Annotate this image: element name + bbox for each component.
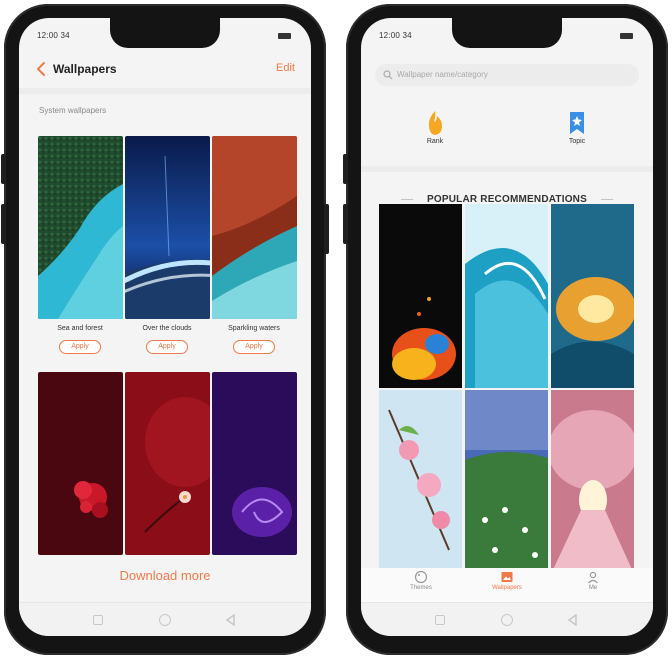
wallpaper-store-screen: 12:00 34 Wallpaper name/category Rank To…	[361, 18, 653, 636]
tab-label: Themes	[410, 585, 432, 591]
wallpaper-name: Sparkling waters	[228, 325, 280, 332]
battery-icon	[620, 33, 633, 39]
divider	[361, 166, 653, 172]
wallpaper-sea-and-forest[interactable]	[38, 136, 123, 319]
wallpaper-pink-path[interactable]	[551, 390, 634, 574]
wallpaper-red-flower-image	[38, 372, 123, 555]
wallpaper-golden-wave-image	[551, 204, 634, 388]
wallpaper-over-the-clouds[interactable]	[125, 136, 210, 319]
flame-icon	[428, 111, 442, 135]
wallpaper-sea-and-forest-image	[38, 136, 123, 319]
back-triangle-icon[interactable]	[567, 614, 579, 626]
search-placeholder: Wallpaper name/category	[397, 70, 488, 79]
wallpaper-name: Sea and forest	[57, 325, 103, 332]
volume-button	[343, 204, 348, 244]
app-bar: Wallpapers Edit	[19, 52, 311, 86]
apply-button[interactable]: Apply	[59, 340, 101, 354]
volume-button	[1, 204, 6, 244]
wallpaper-purple-swirl-image	[212, 372, 297, 555]
wallpaper-pink-blossom[interactable]	[379, 390, 462, 574]
wallpaper-sparkling-waters-image	[212, 136, 297, 319]
apply-button[interactable]: Apply	[233, 340, 275, 354]
home-icon[interactable]	[501, 614, 513, 626]
volume-button	[343, 154, 348, 184]
back-triangle-icon[interactable]	[225, 614, 237, 626]
wallpaper-sparkling-waters[interactable]	[212, 136, 297, 319]
system-nav-bar	[19, 602, 311, 636]
tab-me[interactable]: Me	[563, 570, 623, 591]
tab-label: Me	[588, 585, 598, 591]
phone-right: 12:00 34 Wallpaper name/category Rank To…	[343, 4, 668, 655]
wallpaper-flower-field-image	[465, 390, 548, 574]
wallpaper-paint-splash-image	[379, 204, 462, 388]
recent-apps-icon[interactable]	[93, 615, 103, 625]
tab-wallpapers[interactable]: Wallpapers	[477, 570, 537, 591]
wallpaper-flower-field[interactable]	[465, 390, 548, 574]
divider	[19, 88, 311, 94]
back-arrow-icon[interactable]	[35, 61, 49, 77]
bottom-tab-bar: Themes Wallpapers Me	[361, 568, 653, 602]
system-nav-bar	[361, 602, 653, 636]
status-time: 12:00 34	[37, 31, 70, 40]
notch	[110, 18, 220, 48]
status-time: 12:00 34	[379, 31, 412, 40]
phone-left: 12:00 34 Wallpapers Edit System wallpape…	[1, 4, 329, 655]
wallpaper-golden-wave[interactable]	[551, 204, 634, 388]
battery-icon	[278, 33, 291, 39]
wallpaper-pink-path-image	[551, 390, 634, 574]
wallpaper-over-the-clouds-image	[125, 136, 210, 319]
home-icon[interactable]	[159, 614, 171, 626]
shortcut-label: Topic	[568, 138, 586, 145]
wallpapers-screen: 12:00 34 Wallpapers Edit System wallpape…	[19, 18, 311, 636]
wallpaper-paint-splash[interactable]	[379, 204, 462, 388]
download-more-link[interactable]: Download more	[19, 568, 311, 583]
power-button	[324, 204, 329, 254]
palette-icon	[414, 570, 428, 584]
wallpaper-purple-swirl[interactable]	[212, 372, 297, 555]
bookmark-icon	[570, 112, 584, 134]
divider	[601, 199, 613, 200]
tab-label: Wallpapers	[492, 585, 522, 591]
wallpaper-red-flower[interactable]	[38, 372, 123, 555]
wallpaper-pink-blossom-image	[379, 390, 462, 574]
page-title: Wallpapers	[53, 62, 117, 76]
wallpaper-name: Over the clouds	[142, 325, 192, 332]
topic-shortcut[interactable]: Topic	[547, 110, 607, 145]
wallpaper-ocean-wave[interactable]	[465, 204, 548, 388]
person-icon	[588, 571, 598, 584]
rank-shortcut[interactable]: Rank	[405, 110, 465, 145]
recent-apps-icon[interactable]	[435, 615, 445, 625]
section-label: System wallpapers	[39, 106, 107, 115]
notch	[452, 18, 562, 48]
wallpaper-blossom-image	[125, 372, 210, 555]
volume-button	[1, 154, 6, 184]
search-icon	[383, 70, 393, 80]
apply-button[interactable]: Apply	[146, 340, 188, 354]
picture-icon	[501, 572, 513, 582]
edit-button[interactable]: Edit	[276, 62, 295, 74]
tab-themes[interactable]: Themes	[391, 570, 451, 591]
search-input[interactable]: Wallpaper name/category	[375, 64, 639, 86]
wallpaper-blossom[interactable]	[125, 372, 210, 555]
shortcut-label: Rank	[426, 138, 444, 145]
wallpaper-ocean-wave-image	[465, 204, 548, 388]
